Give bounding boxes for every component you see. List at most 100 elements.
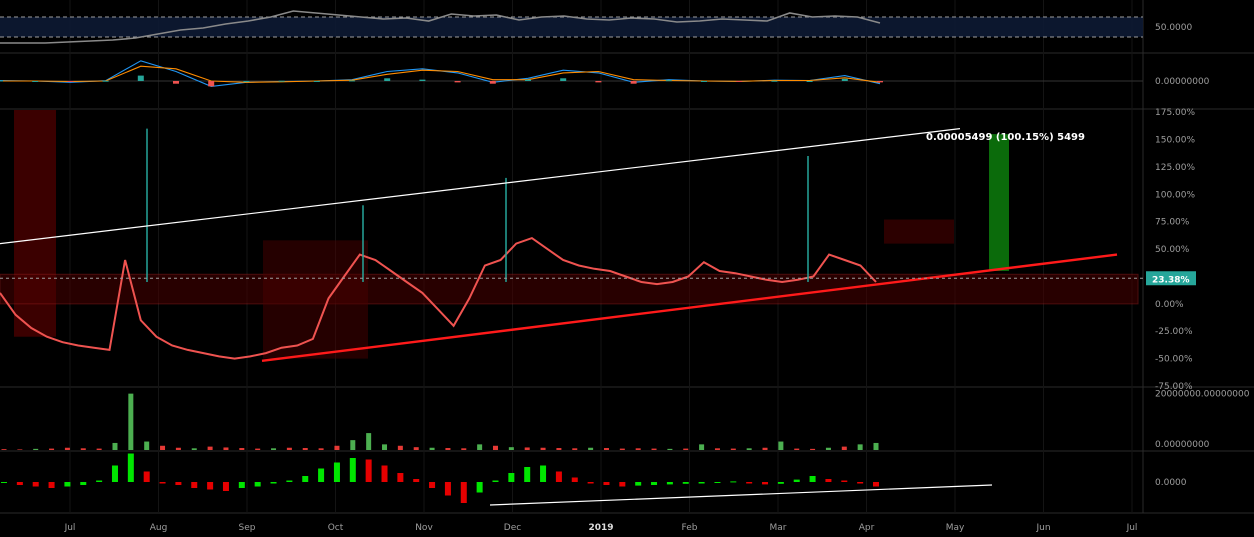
oscillator-bar bbox=[349, 458, 356, 482]
rsi-pane[interactable] bbox=[0, 10, 1143, 44]
volume-bar bbox=[397, 445, 403, 450]
cloud-future bbox=[884, 219, 954, 244]
upper-trendline bbox=[0, 128, 961, 245]
oscillator-bar bbox=[492, 480, 499, 482]
volume-bar bbox=[492, 445, 498, 450]
volume-bar bbox=[635, 448, 641, 450]
oscillator-bar bbox=[381, 465, 388, 482]
volume-bar bbox=[762, 447, 768, 450]
volume-bar bbox=[445, 448, 451, 450]
oscillator-bar bbox=[254, 482, 261, 487]
oscillator-bar bbox=[397, 473, 404, 482]
oscillator-bar bbox=[460, 482, 467, 503]
macd-histogram-bar bbox=[32, 81, 39, 82]
oscillator-trendline bbox=[489, 484, 993, 506]
x-tick-label: Aug bbox=[150, 523, 168, 533]
x-tick-label: Jul bbox=[64, 523, 76, 533]
macd-histogram-bar bbox=[771, 80, 778, 82]
volume-bar bbox=[160, 445, 166, 450]
macd-histogram-bar bbox=[173, 81, 179, 84]
volume-bar bbox=[255, 448, 261, 450]
volume-bar bbox=[366, 433, 372, 450]
oscillator-bar bbox=[762, 482, 769, 485]
target-box bbox=[989, 134, 1009, 271]
y-tick-label: 0.00% bbox=[1155, 300, 1184, 310]
volume-bar bbox=[144, 441, 150, 450]
oscillator-bar bbox=[540, 465, 547, 482]
macd-histogram-bar bbox=[525, 79, 531, 81]
x-tick-label: Apr bbox=[859, 523, 875, 533]
y-tick-label: 150.00% bbox=[1155, 136, 1195, 146]
y-tick-label: 175.00% bbox=[1155, 108, 1195, 118]
oscillator-bar bbox=[603, 482, 610, 485]
volume-pane[interactable] bbox=[1, 393, 879, 450]
price-pane[interactable] bbox=[0, 110, 1143, 363]
volume-bar bbox=[413, 447, 419, 450]
oscillator-bar bbox=[222, 482, 229, 491]
signal-line bbox=[0, 65, 881, 83]
macd-histogram-bar bbox=[454, 81, 461, 83]
chart-canvas[interactable]: Jul Aug Sep Oct Nov Dec 2019 Feb Mar Apr May Jun Jul… bbox=[0, 0, 1254, 537]
macd-histogram-bar bbox=[384, 78, 391, 81]
oscillator-bar bbox=[80, 482, 87, 485]
labels: 0.00005499 (100.15%) 5499 bbox=[926, 132, 1085, 143]
volume-bar bbox=[17, 449, 23, 450]
macd-histogram-bar bbox=[67, 81, 74, 82]
volume-bar bbox=[667, 448, 673, 450]
x-tick-label: Oct bbox=[328, 523, 344, 533]
volume-bar bbox=[80, 448, 86, 450]
volume-bar bbox=[603, 448, 609, 450]
volume-bar bbox=[49, 448, 55, 450]
y-tick-label: 125.00% bbox=[1155, 163, 1195, 173]
x-tick-label: Feb bbox=[682, 523, 698, 533]
volume-bar bbox=[699, 444, 705, 450]
volume-bar bbox=[572, 448, 578, 450]
oscillator-bar bbox=[32, 482, 39, 487]
macd-histogram-bar bbox=[560, 78, 567, 81]
oscillator-pane[interactable] bbox=[1, 453, 993, 506]
oscillator-bar bbox=[64, 482, 71, 487]
volume-bar bbox=[191, 448, 197, 450]
volume-bar bbox=[540, 447, 546, 450]
volume-bar bbox=[33, 448, 39, 450]
oscillator-bar bbox=[635, 482, 642, 486]
oscillator-bar bbox=[413, 479, 420, 482]
oscillator-bar bbox=[698, 482, 705, 484]
oscillator-bar bbox=[571, 477, 578, 482]
volume-bar bbox=[382, 444, 388, 450]
oscillator-bar bbox=[48, 482, 55, 488]
volume-bar bbox=[223, 447, 229, 450]
volume-bar bbox=[271, 448, 277, 450]
x-tick-label: Jul bbox=[1126, 523, 1138, 533]
volume-bar bbox=[714, 448, 720, 450]
oscillator-bar bbox=[318, 468, 325, 482]
oscillator-bar bbox=[809, 476, 816, 482]
y-tick-label: 0.00000000 bbox=[1155, 77, 1210, 87]
oscillator-bar bbox=[825, 479, 832, 482]
oscillator-bar bbox=[333, 462, 340, 482]
macd-line bbox=[0, 60, 881, 87]
oscillator-bar bbox=[1, 482, 7, 483]
oscillator-bar bbox=[127, 453, 134, 482]
volume-bar bbox=[825, 447, 831, 450]
oscillator-bar bbox=[873, 482, 879, 487]
oscillator-bar bbox=[365, 459, 372, 482]
oscillator-bar bbox=[841, 480, 848, 482]
macd-histogram-bar bbox=[349, 80, 355, 82]
volume-bar bbox=[873, 442, 879, 450]
oscillator-bar bbox=[302, 476, 309, 482]
macd-pane[interactable] bbox=[0, 60, 1143, 87]
macd-histogram-bar bbox=[0, 80, 3, 82]
cloud-sep bbox=[263, 240, 368, 359]
oscillator-bar bbox=[444, 482, 451, 496]
macd-histogram-bar bbox=[877, 81, 883, 83]
macd-histogram-bar bbox=[806, 81, 813, 82]
x-tick-label: Nov bbox=[415, 523, 433, 533]
macd-histogram-bar bbox=[208, 81, 215, 87]
volume-bar bbox=[334, 445, 340, 450]
volume-bar bbox=[477, 444, 483, 450]
macd-histogram-bar bbox=[419, 79, 426, 81]
macd-histogram-bar bbox=[701, 81, 707, 82]
current-value-label: 23.38% bbox=[1152, 275, 1190, 285]
oscillator-bar bbox=[730, 481, 737, 483]
